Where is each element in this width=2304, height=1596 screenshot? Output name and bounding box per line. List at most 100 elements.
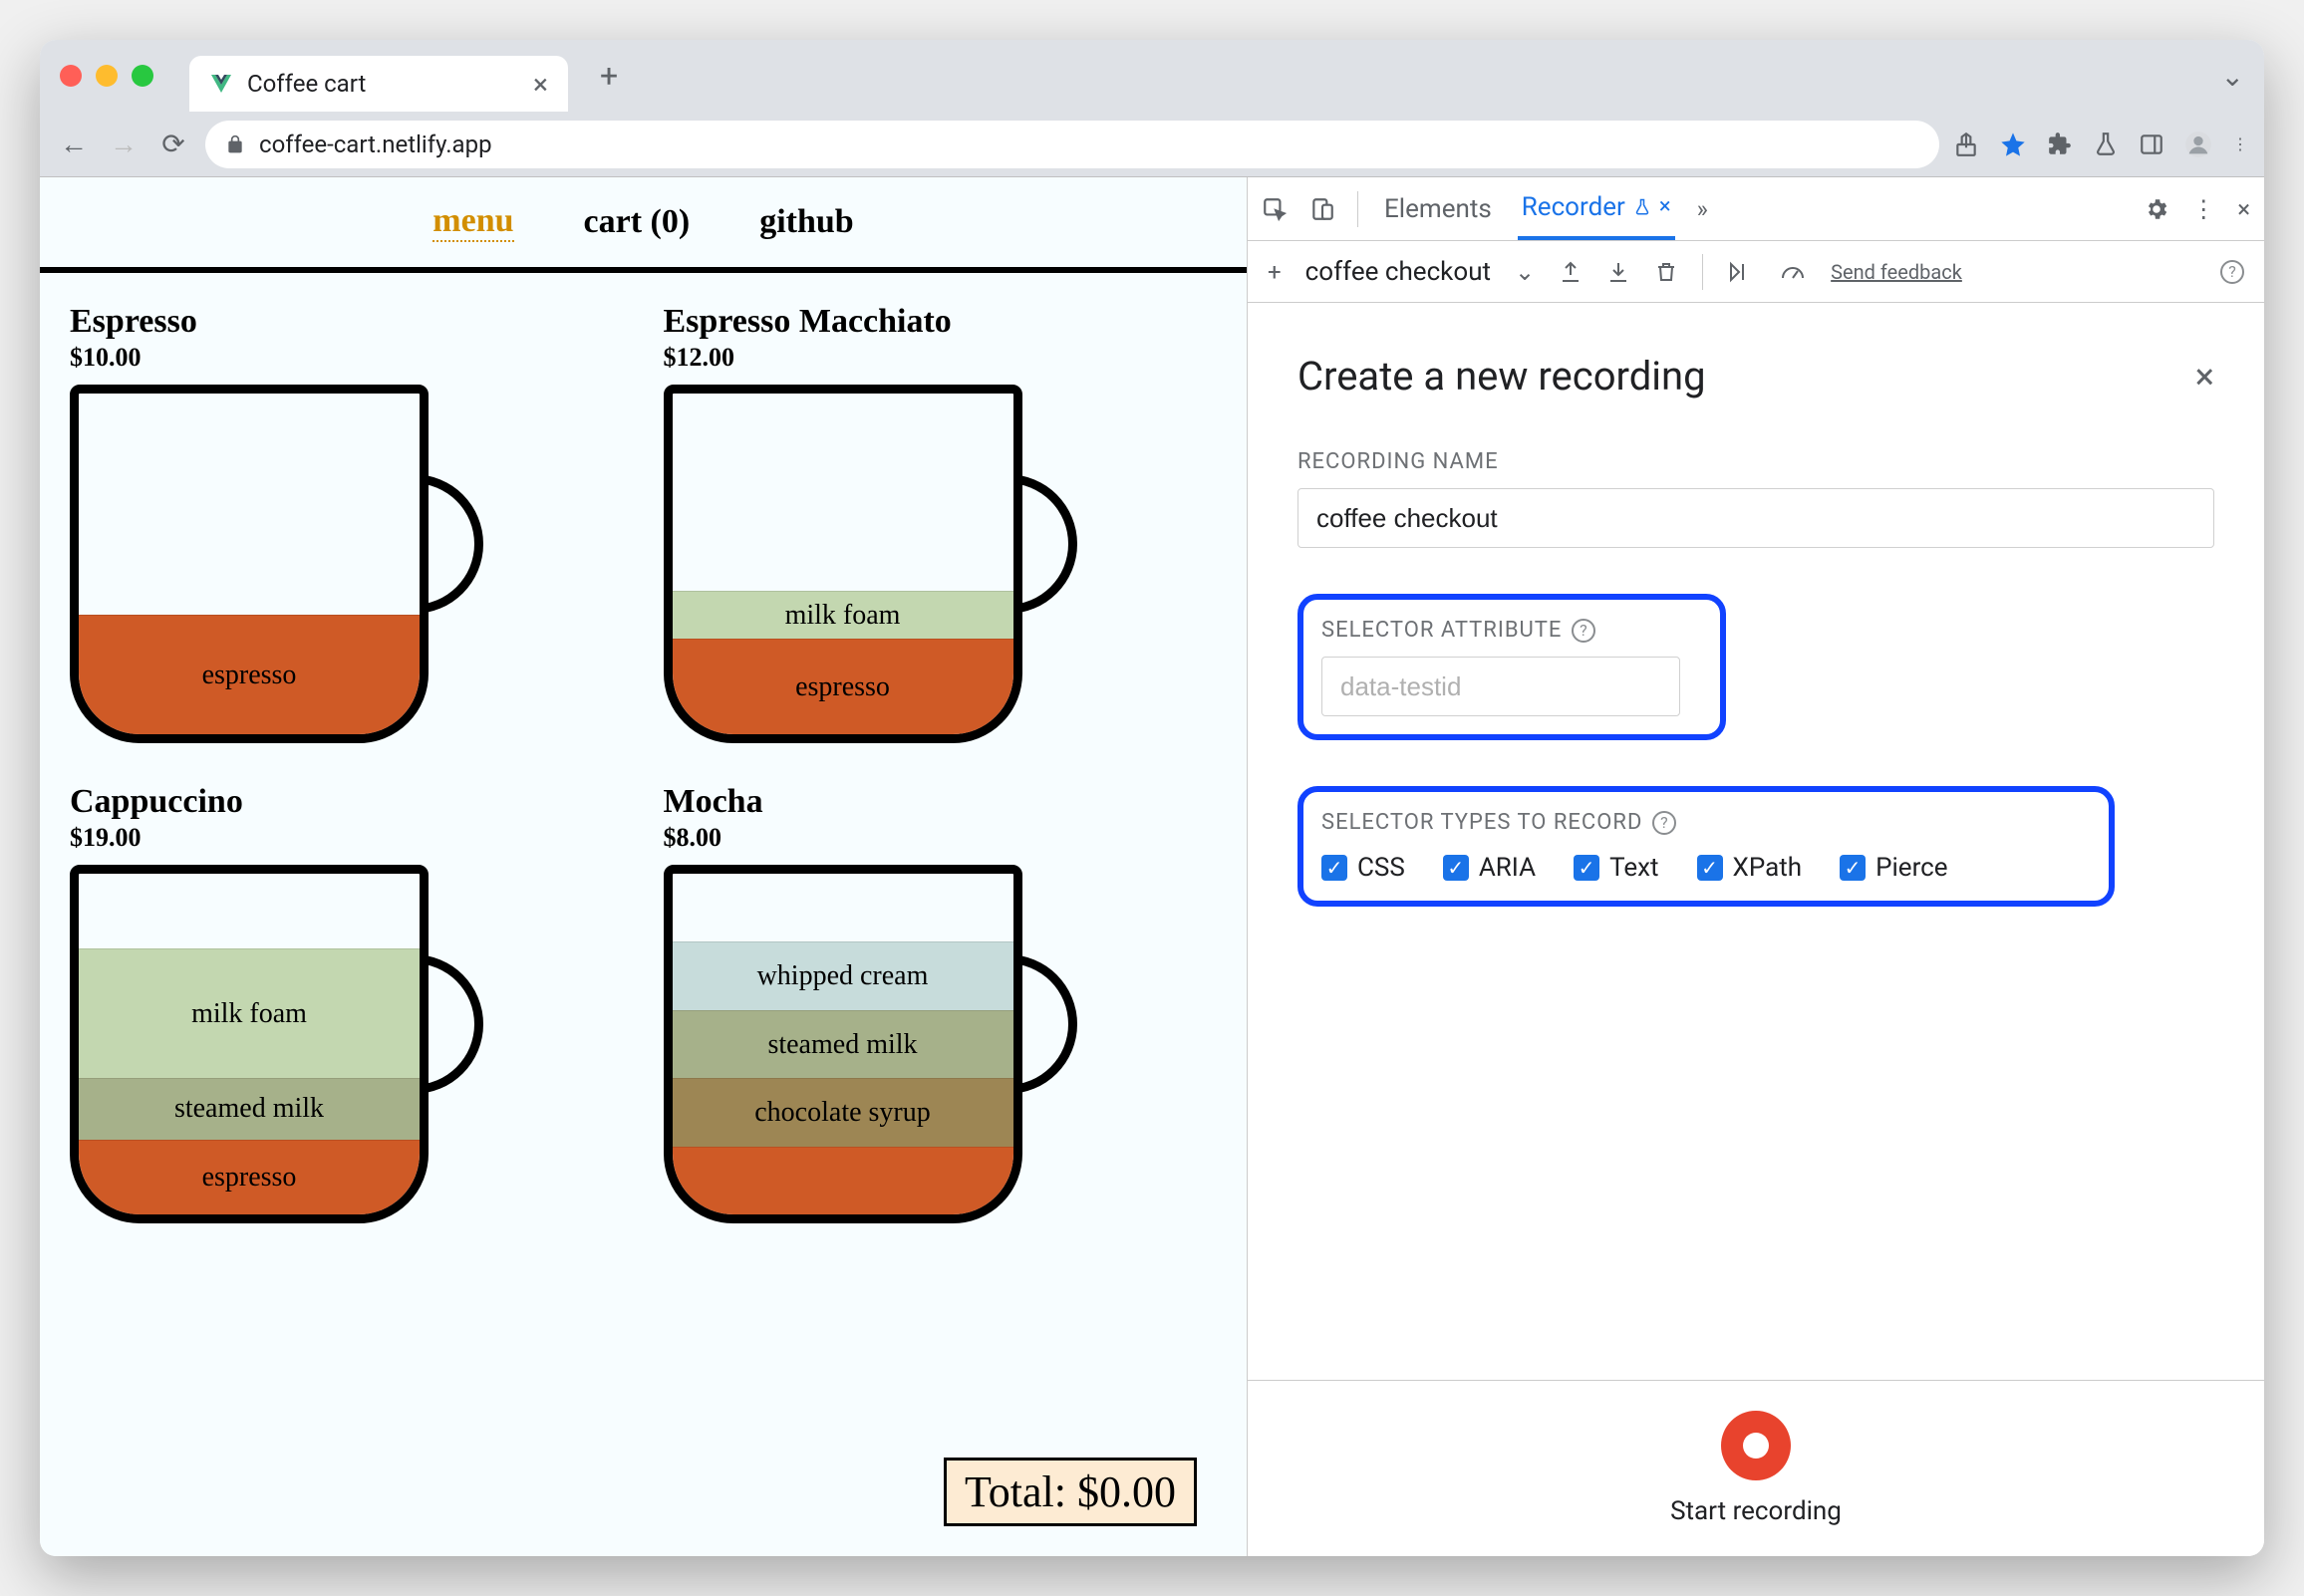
inspect-element-icon[interactable] <box>1262 196 1288 222</box>
send-feedback-link[interactable]: Send feedback <box>1831 261 1962 283</box>
minimize-window-button[interactable] <box>96 65 118 87</box>
nav-cart[interactable]: cart (0) <box>584 203 691 241</box>
checkbox-css[interactable]: ✓CSS <box>1321 853 1405 883</box>
selector-types-section: SELECTOR TYPES TO RECORD ? ✓CSS ✓ARIA ✓T… <box>1297 786 2115 907</box>
settings-gear-icon[interactable] <box>2144 196 2169 222</box>
close-devtools-icon[interactable]: × <box>2237 195 2250 223</box>
cup-cappuccino[interactable]: milk foam steamed milk espresso <box>70 865 488 1223</box>
recorder-toolbar: + coffee checkout ⌄ Send feedback ? <box>1248 241 2264 303</box>
close-tab-icon[interactable]: × <box>1659 194 1671 219</box>
titlebar: Coffee cart × + ⌄ <box>40 40 2264 112</box>
profile-icon[interactable] <box>2184 131 2212 158</box>
export-icon[interactable] <box>1559 260 1583 284</box>
recording-name-input[interactable] <box>1297 488 2214 548</box>
layer-whipped-cream: whipped cream <box>673 941 1013 1009</box>
product-name: Espresso Macchiato <box>664 303 1218 341</box>
devtools-menu-icon[interactable]: ⋮ <box>2191 195 2215 223</box>
new-recording-icon[interactable]: + <box>1268 258 1282 286</box>
cup-body: whipped cream steamed milk chocolate syr… <box>664 865 1022 1223</box>
layer-espresso: espresso <box>673 639 1013 734</box>
layer-milk-foam: milk foam <box>79 948 420 1078</box>
selector-attr-label: SELECTOR ATTRIBUTE ? <box>1321 618 1702 643</box>
page-viewport: menu cart (0) github Espresso $10.00 esp… <box>40 177 1248 1556</box>
product-price: $8.00 <box>664 823 1218 853</box>
layer-espresso: espresso <box>79 1140 420 1214</box>
close-panel-icon[interactable]: × <box>2195 356 2214 398</box>
device-toggle-icon[interactable] <box>1309 196 1335 222</box>
labs-icon[interactable] <box>2093 132 2119 157</box>
recorder-footer: Start recording <box>1248 1380 2264 1556</box>
help-icon[interactable]: ? <box>1652 811 1676 835</box>
chrome-menu-icon[interactable]: ⋮ <box>2232 134 2248 153</box>
nav-menu[interactable]: menu <box>432 202 513 242</box>
start-recording-button[interactable] <box>1721 1411 1791 1480</box>
product-macchiato: Espresso Macchiato $12.00 milk foam espr… <box>664 303 1218 743</box>
browser-tab[interactable]: Coffee cart × <box>189 56 568 112</box>
check-icon: ✓ <box>1321 855 1347 881</box>
new-tab-button[interactable]: + <box>600 57 618 95</box>
product-name: Mocha <box>664 783 1218 821</box>
layer-espresso <box>673 1147 1013 1214</box>
selector-attribute-input[interactable] <box>1321 657 1680 716</box>
cup-espresso[interactable]: espresso <box>70 385 488 743</box>
traffic-lights <box>60 65 153 87</box>
flask-icon <box>1633 198 1651 216</box>
layer-steamed-milk: steamed milk <box>673 1010 1013 1078</box>
product-name: Espresso <box>70 303 624 341</box>
checkbox-xpath[interactable]: ✓XPath <box>1697 853 1803 883</box>
cup-mocha[interactable]: whipped cream steamed milk chocolate syr… <box>664 865 1082 1223</box>
bookmark-star-icon[interactable] <box>1999 131 2027 158</box>
back-button[interactable]: ← <box>56 127 92 162</box>
checkbox-pierce[interactable]: ✓Pierce <box>1840 853 1947 883</box>
tab-recorder[interactable]: Recorder × <box>1518 177 1675 240</box>
checkbox-aria[interactable]: ✓ARIA <box>1443 853 1536 883</box>
tab-elements[interactable]: Elements <box>1380 177 1496 240</box>
url-text: coffee-cart.netlify.app <box>259 131 492 158</box>
content-area: menu cart (0) github Espresso $10.00 esp… <box>40 177 2264 1556</box>
checkbox-text[interactable]: ✓Text <box>1574 853 1658 883</box>
total-badge[interactable]: Total: $0.00 <box>944 1458 1197 1526</box>
layer-steamed-milk: steamed milk <box>79 1078 420 1140</box>
reload-button[interactable]: ⟳ <box>155 127 191 162</box>
cup-body: espresso <box>70 385 429 743</box>
extensions-icon[interactable] <box>2047 132 2073 157</box>
share-icon[interactable] <box>1953 132 1979 157</box>
step-icon[interactable] <box>1727 260 1755 284</box>
page-navigation: menu cart (0) github <box>40 177 1247 273</box>
address-bar[interactable]: coffee-cart.netlify.app <box>205 121 1939 168</box>
record-dot-icon <box>1743 1433 1769 1459</box>
recording-dropdown[interactable]: coffee checkout <box>1305 257 1491 287</box>
check-icon: ✓ <box>1574 855 1599 881</box>
toolbar-icons: ⋮ <box>1953 131 2248 158</box>
import-icon[interactable] <box>1606 260 1630 284</box>
help-icon[interactable]: ? <box>1572 619 1595 643</box>
tab-title: Coffee cart <box>247 70 519 98</box>
product-grid: Espresso $10.00 espresso Espresso Macchi… <box>40 273 1247 1253</box>
tabs-chevron-icon[interactable]: ⌄ <box>2221 60 2244 93</box>
delete-icon[interactable] <box>1654 260 1678 284</box>
more-tabs-icon[interactable]: » <box>1697 195 1708 223</box>
product-mocha: Mocha $8.00 whipped cream steamed milk c… <box>664 783 1218 1223</box>
check-icon: ✓ <box>1443 855 1469 881</box>
cup-macchiato[interactable]: milk foam espresso <box>664 385 1082 743</box>
layer-milk-foam: milk foam <box>673 591 1013 639</box>
nav-github[interactable]: github <box>759 203 854 241</box>
lock-icon <box>225 134 245 154</box>
start-recording-label: Start recording <box>1670 1496 1842 1526</box>
panel-title: Create a new recording <box>1297 353 1706 399</box>
side-panel-icon[interactable] <box>2139 132 2164 157</box>
help-icon[interactable]: ? <box>2220 260 2244 284</box>
product-cappuccino: Cappuccino $19.00 milk foam steamed milk… <box>70 783 624 1223</box>
maximize-window-button[interactable] <box>132 65 153 87</box>
forward-button[interactable]: → <box>106 127 142 162</box>
chevron-down-icon[interactable]: ⌄ <box>1515 258 1535 286</box>
selector-attribute-section: SELECTOR ATTRIBUTE ? <box>1297 594 1726 740</box>
recording-name-label: RECORDING NAME <box>1297 449 2214 474</box>
check-icon: ✓ <box>1697 855 1723 881</box>
product-price: $12.00 <box>664 343 1218 373</box>
layer-chocolate-syrup: chocolate syrup <box>673 1078 1013 1146</box>
close-window-button[interactable] <box>60 65 82 87</box>
speed-icon[interactable] <box>1779 260 1807 284</box>
product-price: $19.00 <box>70 823 624 853</box>
close-tab-icon[interactable]: × <box>533 68 548 101</box>
